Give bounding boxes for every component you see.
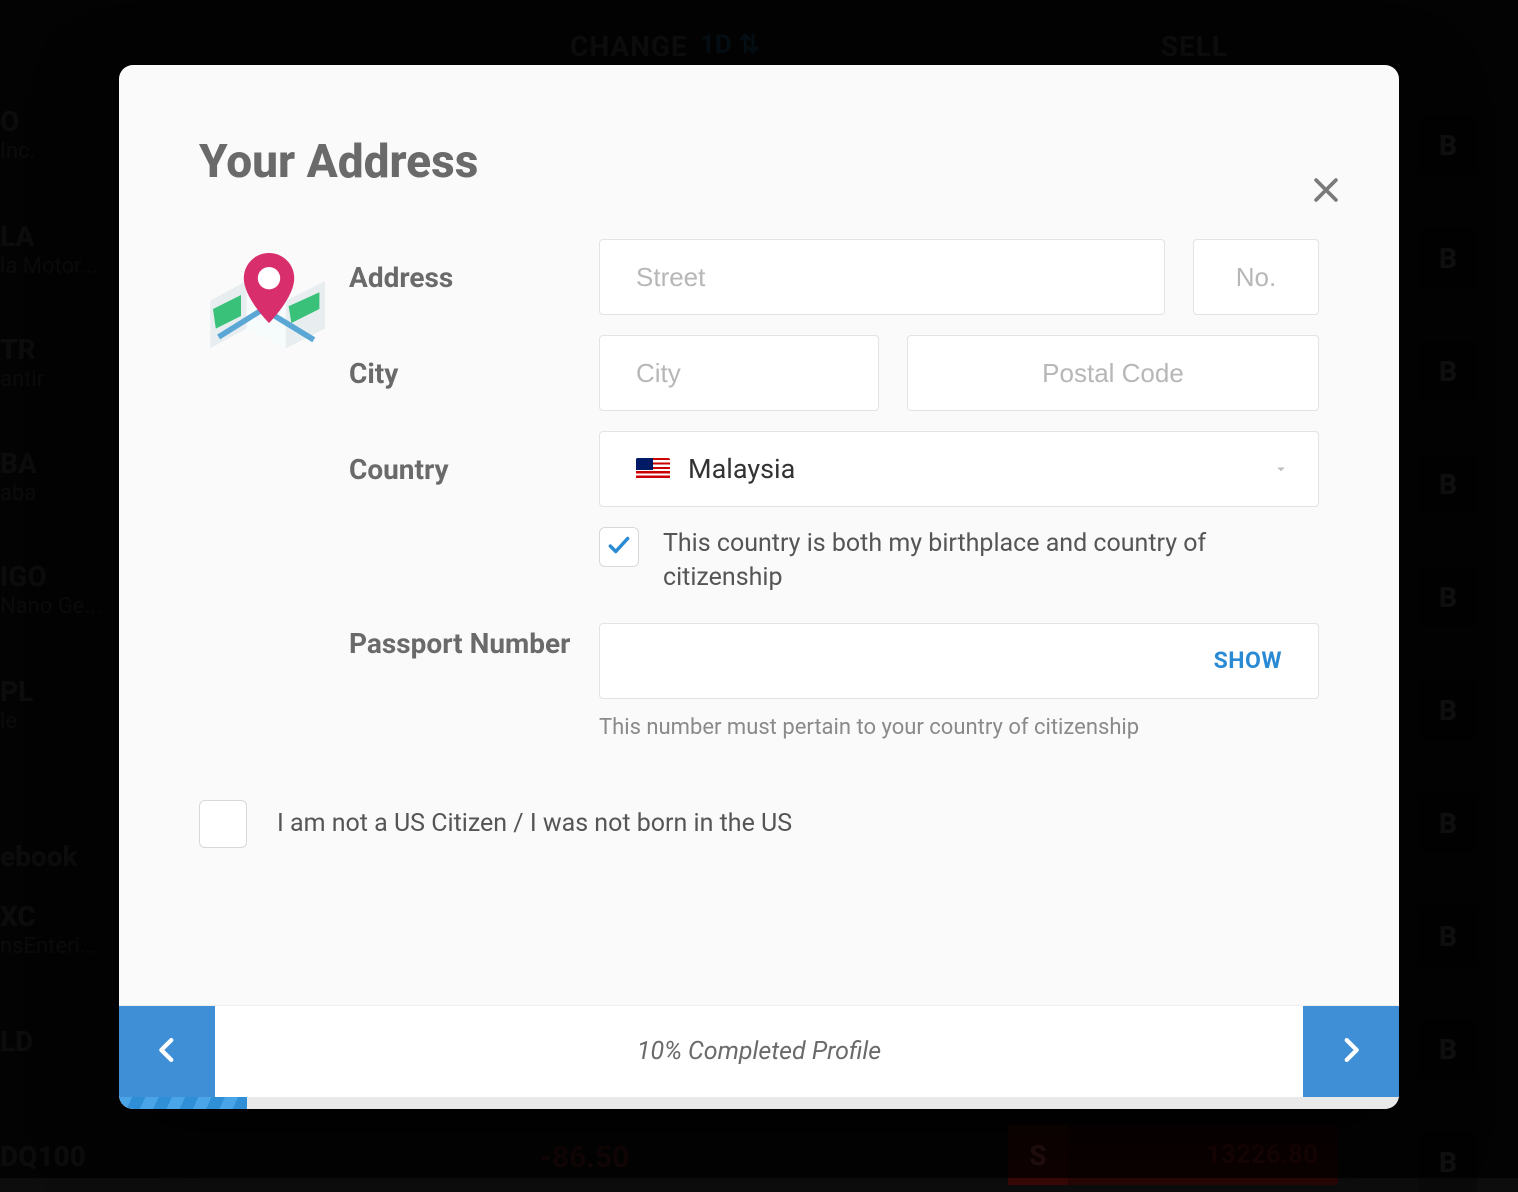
progress-bar	[119, 1097, 1399, 1109]
birthplace-citizenship-checkbox[interactable]	[599, 527, 639, 567]
prev-button[interactable]	[119, 1006, 215, 1097]
city-input[interactable]	[599, 335, 879, 411]
check-icon	[606, 532, 632, 562]
flag-malaysia-icon	[636, 458, 670, 480]
chevron-left-icon	[150, 1033, 184, 1071]
not-us-citizen-text: I am not a US Citizen / I was not born i…	[277, 809, 792, 838]
label-city: City	[349, 335, 589, 411]
modal-title: Your Address	[199, 135, 1319, 189]
progress-fill	[119, 1097, 247, 1109]
profile-completion-text: 10% Completed Profile	[215, 1006, 1303, 1097]
passport-hint: This number must pertain to your country…	[599, 715, 1319, 740]
close-icon	[1309, 192, 1343, 211]
label-passport: Passport Number	[349, 605, 589, 681]
not-us-citizen-checkbox[interactable]	[199, 800, 247, 848]
modal-overlay: Your Address	[0, 0, 1518, 1178]
birthplace-citizenship-text: This country is both my birthplace and c…	[663, 527, 1223, 595]
modal-footer: 10% Completed Profile	[119, 1005, 1399, 1097]
postal-code-input[interactable]	[907, 335, 1319, 411]
map-pin-icon	[199, 364, 339, 383]
close-button[interactable]	[1309, 173, 1349, 213]
country-select[interactable]: Malaysia	[599, 431, 1319, 507]
passport-number-input[interactable]: SHOW	[599, 623, 1319, 699]
label-country: Country	[349, 431, 589, 507]
country-select-value: Malaysia	[688, 453, 795, 485]
street-number-input[interactable]	[1193, 239, 1319, 315]
street-input[interactable]	[599, 239, 1165, 315]
label-address: Address	[349, 239, 589, 315]
address-modal: Your Address	[119, 65, 1399, 1109]
chevron-down-icon	[1272, 460, 1290, 478]
chevron-right-icon	[1334, 1033, 1368, 1071]
next-button[interactable]	[1303, 1006, 1399, 1097]
show-passport-button[interactable]: SHOW	[1214, 647, 1282, 674]
